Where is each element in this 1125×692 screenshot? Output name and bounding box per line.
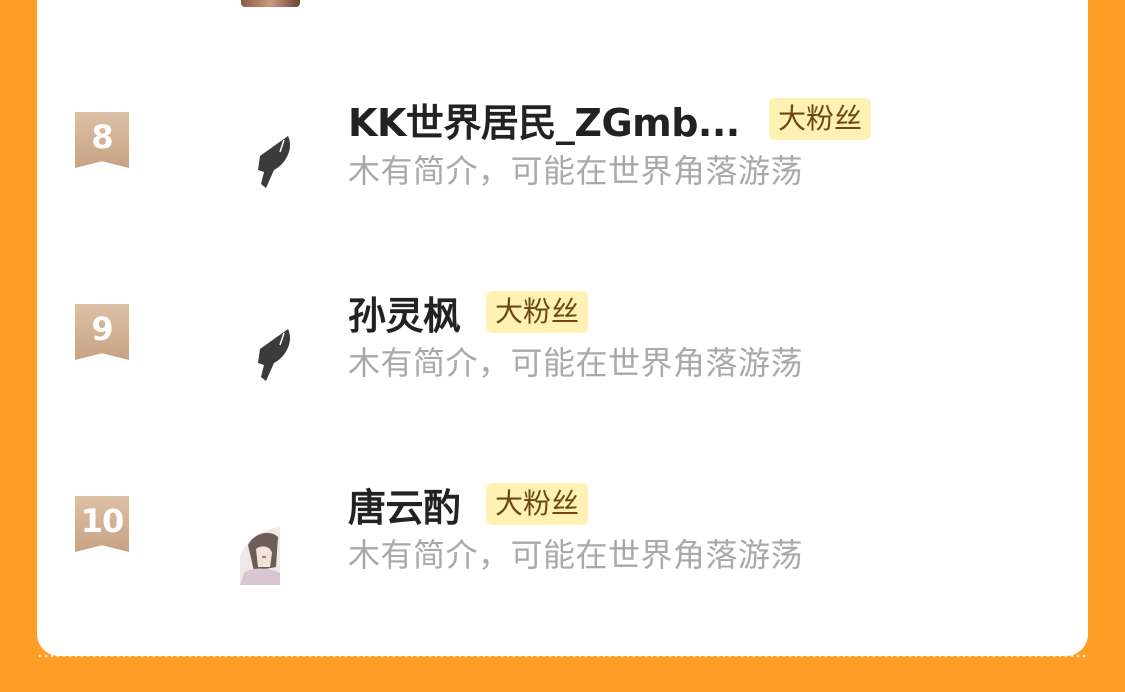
card-bottom-edge [37,654,1088,658]
fan-level-badge: 大粉丝 [769,98,872,140]
fan-level-badge: 大粉丝 [486,291,589,333]
user-name[interactable]: 孙灵枫 [348,285,461,340]
fan-list-item[interactable]: 9 孙灵枫 大粉丝 木有简介，可能在世界角落游荡 [0,283,1125,403]
rank-badge: 10 [75,496,129,552]
user-bio: 木有简介，可能在世界角落游荡 [348,344,804,382]
fan-list-item[interactable]: 10 唐云酌 大粉丝 木有简介，可能在世界角落游荡 [0,475,1125,595]
rank-badge: 8 [75,112,129,168]
fish-tail-icon[interactable] [244,134,300,190]
anime-avatar-icon[interactable] [240,527,296,585]
rank-badge: 9 [75,304,129,360]
fish-tail-icon[interactable] [244,327,300,383]
user-bio: 木有简介，可能在世界角落游荡 [348,152,804,190]
user-name[interactable]: KK世界居民_ZGmb... [348,92,740,147]
user-bio: 木有简介，可能在世界角落游荡 [348,536,804,574]
user-name[interactable]: 唐云酌 [348,477,461,532]
partial-avatar-previous-row[interactable] [241,0,300,7]
fan-level-badge: 大粉丝 [486,483,589,525]
fan-list-item[interactable]: 8 KK世界居民_ZGmb... 大粉丝 木有简介，可能在世界角落游荡 [0,90,1125,210]
